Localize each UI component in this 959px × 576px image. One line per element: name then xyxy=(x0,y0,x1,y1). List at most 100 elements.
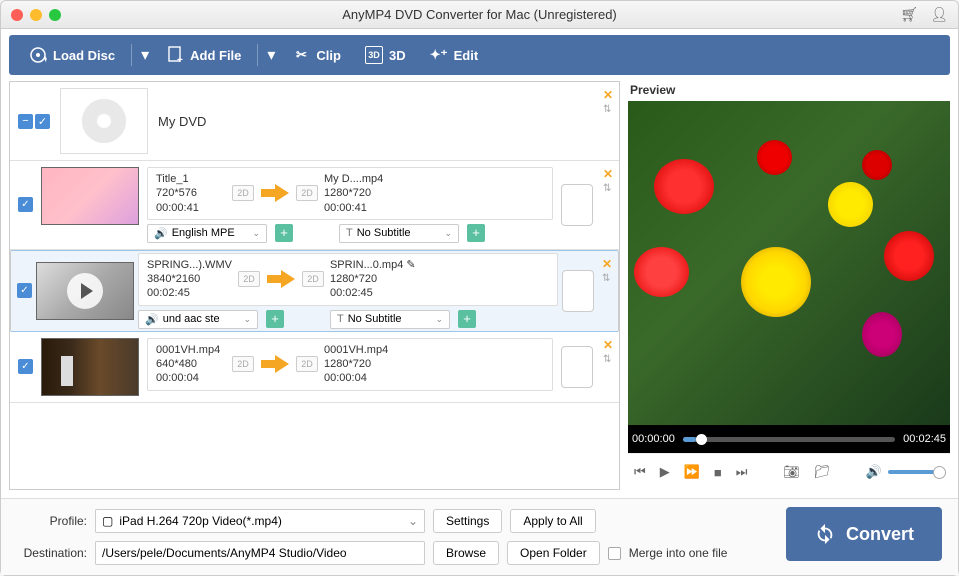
src-name: 0001VH.mp4 xyxy=(156,343,226,357)
remove-group-button[interactable]: ✕ xyxy=(603,88,613,102)
add-audio-button[interactable]: + xyxy=(275,224,293,242)
remove-item-button[interactable]: ✕ xyxy=(602,257,612,271)
profile-select[interactable]: ▢ iPad H.264 720p Video(*.mp4) xyxy=(95,509,425,533)
dvd-group-row[interactable]: − ✓ My DVD ✕ ⇅ xyxy=(10,82,619,161)
add-subtitle-button[interactable]: + xyxy=(467,224,485,242)
3d-button[interactable]: 3D 3D xyxy=(355,40,416,70)
group-name: My DVD xyxy=(158,114,206,129)
conversion-info: SPRING...).WMV 3840*2160 00:02:45 2D 2D … xyxy=(138,253,558,306)
conversion-info: Title_1 720*576 00:00:41 2D 2D My D....m… xyxy=(147,167,553,220)
remove-item-button[interactable]: ✕ xyxy=(603,338,613,352)
2d-badge: 2D xyxy=(232,356,254,372)
collapse-button[interactable]: − xyxy=(18,114,33,129)
folder-button[interactable]: 📁︎ xyxy=(814,464,831,480)
prev-button[interactable]: ⏮ xyxy=(634,464,646,480)
2d-badge: 2D xyxy=(296,356,318,372)
dst-name: SPRIN...0.mp4 ✎ xyxy=(330,258,416,272)
group-checkbox[interactable]: ✓ xyxy=(35,114,50,129)
src-dur: 00:00:41 xyxy=(156,201,226,215)
snapshot-button[interactable]: 📷︎ xyxy=(783,464,800,480)
remove-item-button[interactable]: ✕ xyxy=(603,167,613,181)
seek-slider[interactable] xyxy=(683,437,895,442)
device-icon: ▢ xyxy=(102,514,113,528)
reorder-item[interactable]: ⇅ xyxy=(603,354,613,365)
item-checkbox[interactable]: ✓ xyxy=(17,283,32,298)
load-disc-dropdown[interactable]: ▾ xyxy=(138,45,152,65)
dst-name: 0001VH.mp4 xyxy=(324,343,394,357)
subtitle-select[interactable]: T No Subtitle ⌄ xyxy=(330,310,450,329)
play-overlay-icon[interactable] xyxy=(67,273,103,309)
item-thumbnail[interactable] xyxy=(36,262,134,320)
edit-button[interactable]: ✦⁺ Edit xyxy=(420,40,489,70)
item-thumbnail[interactable] xyxy=(41,167,139,225)
dst-res: 1280*720 xyxy=(324,357,394,371)
conversion-info: 0001VH.mp4 640*480 00:00:04 2D 2D 0001VH… xyxy=(147,338,553,391)
device-profile-button[interactable] xyxy=(561,184,593,226)
item-checkbox[interactable]: ✓ xyxy=(18,197,33,212)
3d-label: 3D xyxy=(389,48,406,63)
cart-icon[interactable]: 🛒︎ xyxy=(900,6,918,23)
arrow-icon xyxy=(266,269,296,289)
dst-res: 1280*720 xyxy=(324,186,394,200)
list-item[interactable]: ✓ SPRING...).WMV 3840*2160 00:02:45 2D xyxy=(10,250,619,332)
src-res: 720*576 xyxy=(156,186,226,200)
merge-label: Merge into one file xyxy=(629,546,728,560)
settings-button[interactable]: Settings xyxy=(433,509,502,533)
open-folder-button[interactable]: Open Folder xyxy=(507,541,600,565)
add-file-button[interactable]: + Add File xyxy=(156,40,251,70)
item-thumbnail[interactable] xyxy=(41,338,139,396)
user-icon[interactable]: 👤︎ xyxy=(930,6,948,23)
list-item[interactable]: ✓ Title_1 720*576 00:00:41 2D xyxy=(10,161,619,250)
speaker-icon: 🔊 xyxy=(154,227,168,240)
add-subtitle-button[interactable]: + xyxy=(458,310,476,328)
player-controls: ⏮ ▶ ⏩ ■ ⏭ 📷︎ 📁︎ 🔊 xyxy=(628,453,950,490)
add-file-label: Add File xyxy=(190,48,241,63)
svg-text:+: + xyxy=(43,54,47,64)
dst-dur: 00:00:41 xyxy=(324,201,394,215)
stop-button[interactable]: ■ xyxy=(714,465,722,480)
volume-slider[interactable] xyxy=(888,470,944,474)
add-audio-button[interactable]: + xyxy=(266,310,284,328)
clip-button[interactable]: ✂ Clip xyxy=(282,40,351,70)
wand-icon: ✦⁺ xyxy=(430,46,448,64)
arrow-icon xyxy=(260,183,290,203)
main-toolbar: + Load Disc ▾ + Add File ▾ ✂ Clip 3D 3D … xyxy=(9,35,950,75)
audio-select[interactable]: 🔊 und aac ste ⌄ xyxy=(138,310,258,329)
speaker-icon: 🔊 xyxy=(145,313,159,326)
preview-panel[interactable] xyxy=(628,101,950,425)
apply-all-button[interactable]: Apply to All xyxy=(510,509,595,533)
convert-icon xyxy=(814,523,836,545)
bottom-bar: Profile: ▢ iPad H.264 720p Video(*.mp4) … xyxy=(1,498,958,575)
item-checkbox[interactable]: ✓ xyxy=(18,359,33,374)
list-item[interactable]: ✓ 0001VH.mp4 640*480 00:00:04 2D xyxy=(10,332,619,403)
reorder-item[interactable]: ⇅ xyxy=(603,183,613,194)
volume-icon[interactable]: 🔊 xyxy=(866,464,882,480)
destination-label: Destination: xyxy=(13,546,87,560)
reorder-arrows[interactable]: ⇅ xyxy=(603,104,613,115)
titlebar: AnyMP4 DVD Converter for Mac (Unregister… xyxy=(1,1,958,29)
subtitle-select[interactable]: T No Subtitle ⌄ xyxy=(339,224,459,243)
reorder-item[interactable]: ⇅ xyxy=(602,273,612,284)
src-dur: 00:00:04 xyxy=(156,371,226,385)
conversion-list: − ✓ My DVD ✕ ⇅ ✓ xyxy=(9,81,620,490)
merge-checkbox[interactable] xyxy=(608,547,621,560)
pencil-icon[interactable]: ✎ xyxy=(406,259,415,271)
2d-badge: 2D xyxy=(238,271,260,287)
device-profile-button[interactable] xyxy=(561,346,593,388)
load-disc-label: Load Disc xyxy=(53,48,115,63)
add-file-dropdown[interactable]: ▾ xyxy=(264,45,278,65)
src-name: SPRING...).WMV xyxy=(147,258,232,272)
destination-input[interactable]: /Users/pele/Documents/AnyMP4 Studio/Vide… xyxy=(95,541,425,565)
audio-select[interactable]: 🔊 English MPE ⌄ xyxy=(147,224,267,243)
text-icon: T xyxy=(346,227,353,239)
window-title: AnyMP4 DVD Converter for Mac (Unregister… xyxy=(1,7,958,22)
convert-button[interactable]: Convert xyxy=(786,507,942,561)
browse-button[interactable]: Browse xyxy=(433,541,499,565)
play-button[interactable]: ▶ xyxy=(660,464,670,480)
fastfwd-button[interactable]: ⏩ xyxy=(684,464,700,480)
load-disc-button[interactable]: + Load Disc xyxy=(19,40,125,70)
device-profile-button[interactable] xyxy=(562,270,594,312)
dst-res: 1280*720 xyxy=(330,272,416,286)
dst-name: My D....mp4 xyxy=(324,172,394,186)
time-current: 00:00:00 xyxy=(632,433,675,445)
